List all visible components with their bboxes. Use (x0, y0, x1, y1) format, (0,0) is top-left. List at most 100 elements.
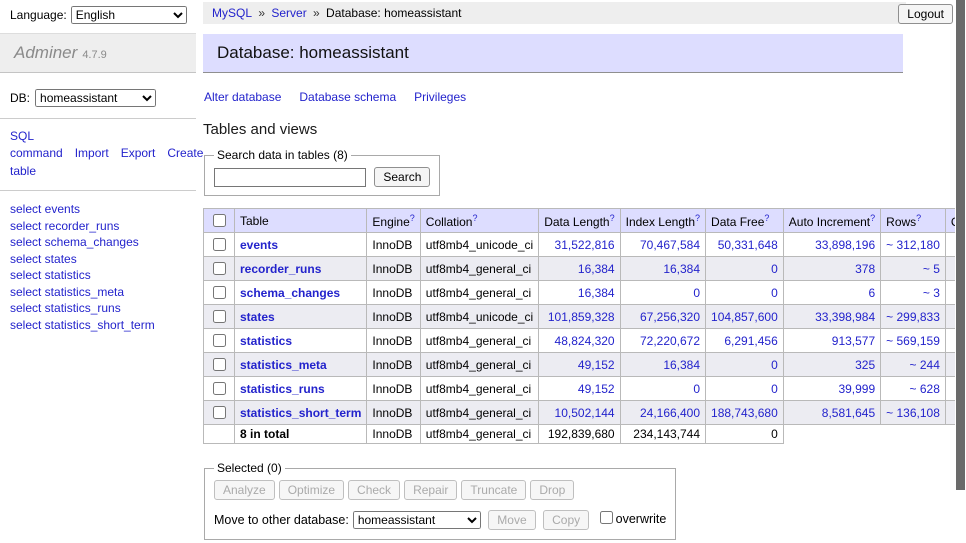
language-select[interactable]: English (71, 6, 187, 24)
database-action-link[interactable]: Database schema (299, 90, 396, 104)
sidebar-table-link[interactable]: select statistics_runs (10, 300, 186, 317)
value-cell: 16,384 (620, 257, 705, 281)
value-cell: ~ 628 (881, 377, 946, 401)
repair-button[interactable]: Repair (404, 480, 457, 500)
column-header: Rows? (881, 209, 946, 233)
engine-cell: InnoDB (367, 257, 420, 281)
truncate-button[interactable]: Truncate (461, 480, 526, 500)
table-name-link[interactable]: schema_changes (240, 286, 340, 300)
table-name-cell: states (235, 305, 367, 329)
table-name-cell: statistics_meta (235, 353, 367, 377)
total-row: 8 in totalInnoDButf8mb4_general_ci192,83… (204, 425, 966, 444)
sidebar-action-link[interactable]: Export (121, 146, 156, 160)
total-engine-cell: InnoDB (367, 425, 420, 444)
sidebar-table-link[interactable]: select states (10, 251, 186, 268)
sidebar: Language:English Adminer4.7.9 DB:homeass… (0, 0, 196, 543)
search-input[interactable] (214, 168, 366, 187)
table-name-link[interactable]: states (240, 310, 275, 324)
value-cell: 49,152 (539, 353, 620, 377)
scrollbar-track[interactable] (955, 0, 966, 543)
value-cell: 0 (706, 377, 784, 401)
adminer-brand: Adminer4.7.9 (0, 33, 196, 73)
breadcrumb-link[interactable]: Server (271, 6, 306, 20)
sidebar-table-link[interactable]: select schema_changes (10, 234, 186, 251)
db-select[interactable]: homeassistant (35, 89, 156, 107)
column-help-link[interactable]: ? (472, 213, 477, 223)
table-row: statistics_runsInnoDButf8mb4_general_ci4… (204, 377, 966, 401)
drop-button[interactable]: Drop (530, 480, 574, 500)
sidebar-table-link[interactable]: select statistics (10, 267, 186, 284)
select-all-checkbox[interactable] (213, 214, 226, 227)
sidebar-action-link[interactable]: SQL command (10, 129, 63, 160)
table-name-cell: schema_changes (235, 281, 367, 305)
breadcrumb-link[interactable]: MySQL (212, 6, 252, 20)
language-row: Language:English (0, 0, 196, 24)
sidebar-action-link[interactable]: Import (75, 146, 109, 160)
table-name-link[interactable]: recorder_runs (240, 262, 321, 276)
column-header: Index Length? (620, 209, 705, 233)
sidebar-table-link[interactable]: select statistics_meta (10, 284, 186, 301)
sidebar-table-link[interactable]: select recorder_runs (10, 218, 186, 235)
copy-button[interactable]: Copy (543, 510, 589, 530)
column-help-link[interactable]: ? (410, 213, 415, 223)
table-name-cell: recorder_runs (235, 257, 367, 281)
logout-button[interactable]: Logout (898, 4, 953, 24)
move-db-select[interactable]: homeassistant (353, 511, 481, 529)
row-checkbox[interactable] (213, 310, 226, 323)
column-help-link[interactable]: ? (916, 213, 921, 223)
analyze-button[interactable]: Analyze (214, 480, 275, 500)
row-checkbox[interactable] (213, 262, 226, 275)
engine-cell: InnoDB (367, 377, 420, 401)
table-name-link[interactable]: statistics (240, 334, 292, 348)
table-name-cell: statistics_short_term (235, 401, 367, 425)
collation-cell: utf8mb4_general_ci (420, 329, 538, 353)
row-checkbox[interactable] (213, 334, 226, 347)
check-button[interactable]: Check (348, 480, 400, 500)
database-action-link[interactable]: Privileges (414, 90, 466, 104)
column-help-link[interactable]: ? (870, 213, 875, 223)
total-empty-cell (204, 425, 235, 444)
sidebar-table-link[interactable]: select statistics_short_term (10, 317, 186, 334)
search-button[interactable]: Search (374, 167, 430, 187)
value-cell: 378 (783, 257, 880, 281)
row-checkbox[interactable] (213, 358, 226, 371)
column-help-link[interactable]: ? (610, 213, 615, 223)
engine-cell: InnoDB (367, 329, 420, 353)
sidebar-table-list: select eventsselect recorder_runsselect … (0, 191, 196, 343)
value-cell: ~ 299,833 (881, 305, 946, 329)
total-label-cell: 8 in total (235, 425, 367, 444)
row-checkbox[interactable] (213, 286, 226, 299)
breadcrumb-separator: » (310, 6, 323, 20)
value-cell: 39,999 (783, 377, 880, 401)
row-checkbox[interactable] (213, 238, 226, 251)
value-cell: 101,859,328 (539, 305, 620, 329)
table-name-link[interactable]: statistics_meta (240, 358, 327, 372)
sidebar-table-link[interactable]: select events (10, 201, 186, 218)
collation-cell: utf8mb4_general_ci (420, 281, 538, 305)
column-help-link[interactable]: ? (764, 213, 769, 223)
sidebar-actions: SQL commandImportExportCreate table (0, 119, 180, 190)
row-checkbox[interactable] (213, 382, 226, 395)
tables-table: TableEngine?Collation?Data Length?Index … (203, 208, 966, 444)
value-cell: ~ 244 (881, 353, 946, 377)
move-button[interactable]: Move (488, 510, 535, 530)
adminer-page: Language:English Adminer4.7.9 DB:homeass… (0, 0, 966, 543)
table-name-link[interactable]: statistics_short_term (240, 406, 361, 420)
value-cell: 72,220,672 (620, 329, 705, 353)
table-name-link[interactable]: statistics_runs (240, 382, 325, 396)
breadcrumb-current: Database: homeassistant (326, 6, 461, 20)
table-name-link[interactable]: events (240, 238, 278, 252)
collation-cell: utf8mb4_general_ci (420, 401, 538, 425)
row-checkbox[interactable] (213, 406, 226, 419)
optimize-button[interactable]: Optimize (279, 480, 344, 500)
overwrite-checkbox[interactable] (600, 511, 613, 524)
database-action-link[interactable]: Alter database (204, 90, 281, 104)
scrollbar-thumb[interactable] (956, 0, 965, 490)
adminer-version: 4.7.9 (82, 49, 106, 61)
page-title: Database: homeassistant (203, 34, 903, 73)
column-help-link[interactable]: ? (695, 213, 700, 223)
row-checkbox-cell (204, 377, 235, 401)
value-cell: 24,166,400 (620, 401, 705, 425)
total-value-cell: 0 (706, 425, 784, 444)
value-cell: ~ 569,159 (881, 329, 946, 353)
